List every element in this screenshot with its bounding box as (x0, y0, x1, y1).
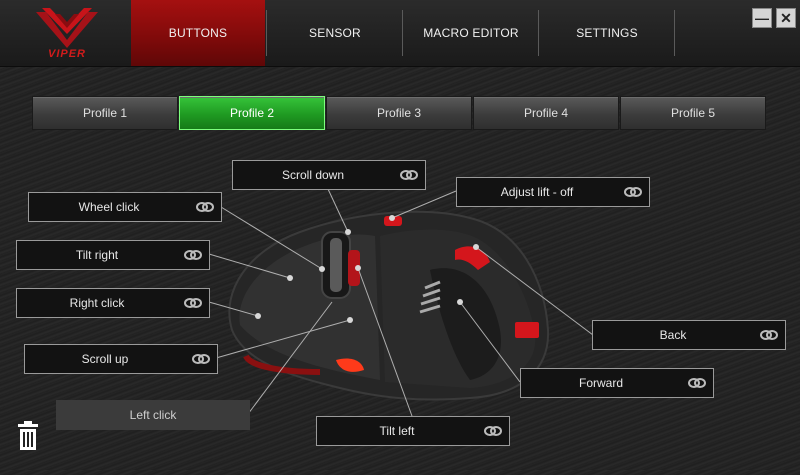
assignment-label: Tilt left (379, 424, 415, 438)
assignment-tilt-left[interactable]: Tilt left (316, 416, 510, 446)
chain-link-icon (184, 250, 202, 260)
chain-link-icon (688, 378, 706, 388)
assignment-scroll-down[interactable]: Scroll down (232, 160, 426, 190)
assignment-label: Wheel click (78, 200, 140, 214)
chain-link-icon (184, 298, 202, 308)
assignment-forward[interactable]: Forward (520, 368, 714, 398)
assignment-label: Scroll down (281, 168, 345, 182)
chain-link-icon (760, 330, 778, 340)
chain-link-icon (484, 426, 502, 436)
mouse-diagram: Scroll down Adjust lift - off Wheel clic… (0, 0, 800, 470)
assignment-label: Forward (578, 376, 623, 390)
assignment-left-click[interactable]: Left click (56, 400, 250, 430)
assignment-wheel-click[interactable]: Wheel click (28, 192, 222, 222)
assignment-label: Back (659, 328, 687, 342)
assignment-label: Tilt right (75, 248, 119, 262)
assignment-scroll-up[interactable]: Scroll up (24, 344, 218, 374)
assignment-right-click[interactable]: Right click (16, 288, 210, 318)
assignment-back[interactable]: Back (592, 320, 786, 350)
chain-link-icon (624, 187, 642, 197)
assignment-label: Left click (129, 408, 177, 422)
delete-profile-button[interactable] (16, 420, 40, 452)
chain-link-icon (192, 354, 210, 364)
assignment-label: Adjust lift - off (500, 185, 574, 199)
assignment-tilt-right[interactable]: Tilt right (16, 240, 210, 270)
chain-link-icon (196, 202, 214, 212)
assignment-label: Scroll up (81, 352, 129, 366)
chain-link-icon (400, 170, 418, 180)
assignment-label: Right click (69, 296, 125, 310)
trash-icon (18, 421, 38, 450)
assignment-adjust-lift[interactable]: Adjust lift - off (456, 177, 650, 207)
viper-mouse-software: VIPER BUTTONS SENSOR MACRO EDITOR SETTIN… (0, 0, 800, 470)
